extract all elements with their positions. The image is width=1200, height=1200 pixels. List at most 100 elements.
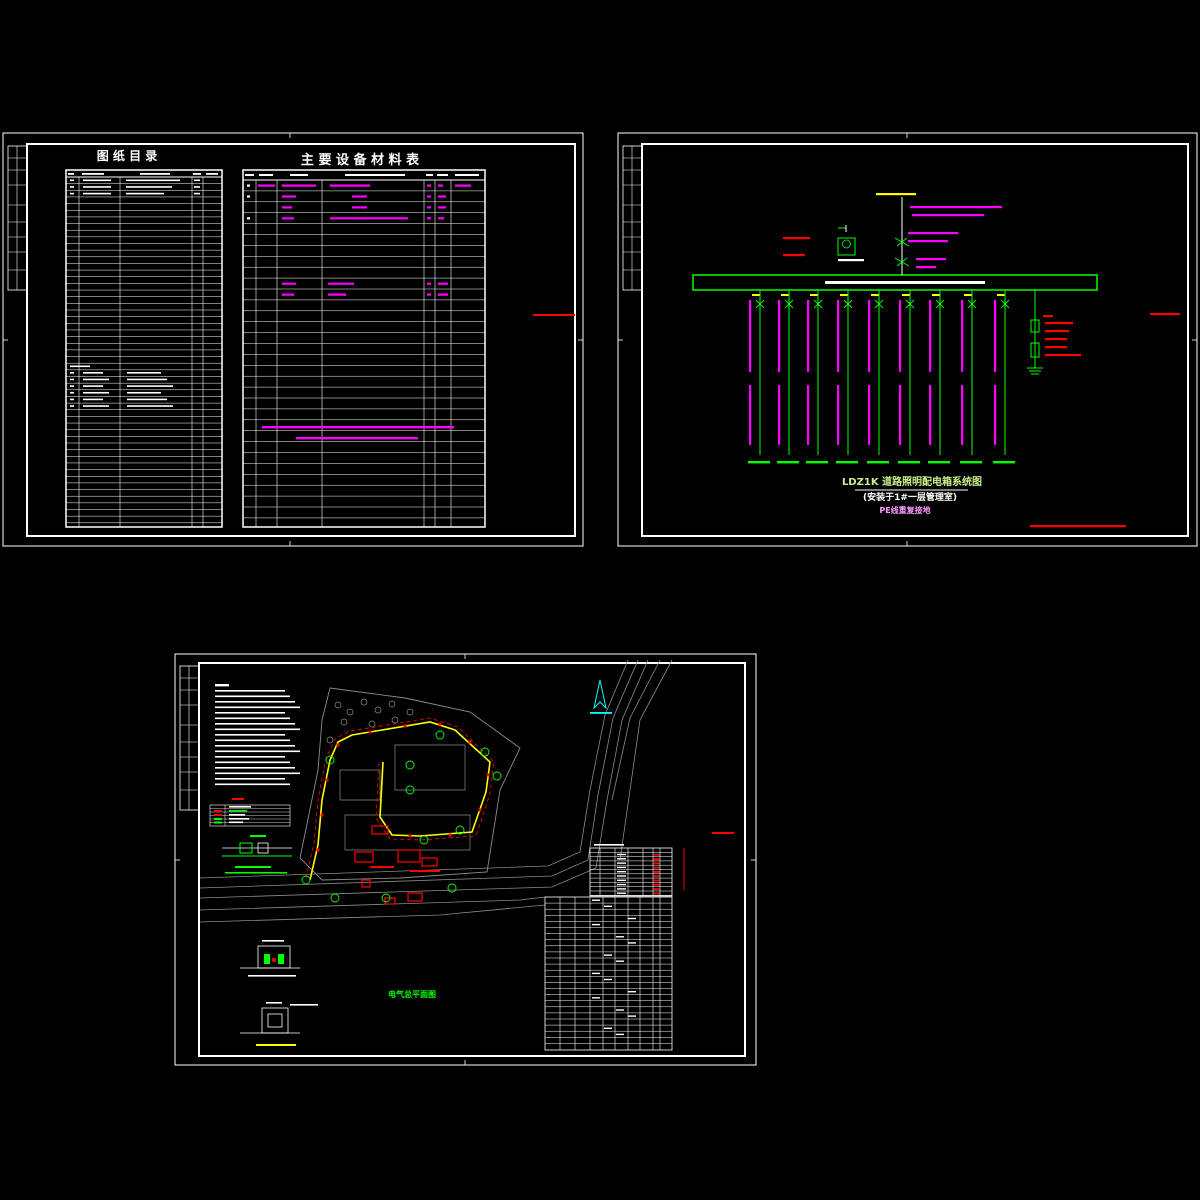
text-line xyxy=(617,871,626,873)
text-line xyxy=(712,832,734,834)
text-line xyxy=(126,186,172,188)
sheet-drawing-index[interactable]: 图 纸 目 录 主 要 设 备 材 料 表 xyxy=(2,132,584,547)
text-line xyxy=(438,184,443,187)
shrub-symbol xyxy=(334,701,342,709)
text-line xyxy=(282,184,316,187)
text-line xyxy=(1030,525,1126,528)
text-line xyxy=(215,772,300,775)
text-line xyxy=(70,186,74,188)
title-strip xyxy=(179,665,200,811)
text-line xyxy=(783,237,810,240)
text-line xyxy=(616,936,624,938)
text-line xyxy=(653,883,660,886)
text-line xyxy=(194,179,200,182)
text-line xyxy=(617,875,626,877)
sheet-system-diagram[interactable]: LDZ1K 道路照明配电箱系统图 (安装于1#一层管理室) PE线重复接地 xyxy=(617,132,1198,547)
text-line xyxy=(653,875,660,878)
text-line xyxy=(229,818,249,820)
sheet-inner-border xyxy=(26,143,576,537)
text-line xyxy=(964,294,972,296)
text-line xyxy=(455,184,471,187)
text-line xyxy=(604,978,612,981)
tree-symbol xyxy=(492,771,502,781)
text-line xyxy=(215,761,290,764)
text-line xyxy=(590,712,612,714)
equipment-block xyxy=(397,849,421,863)
text-line xyxy=(438,282,448,285)
sheet-outer-border xyxy=(2,132,584,547)
text-line xyxy=(604,905,612,907)
text-line xyxy=(628,991,636,993)
text-line xyxy=(256,1044,296,1046)
text-line xyxy=(617,853,626,856)
text-line xyxy=(749,385,752,445)
text-line xyxy=(617,858,626,860)
text-line xyxy=(427,293,431,296)
street-light-symbol xyxy=(438,722,442,726)
shrub-symbol xyxy=(368,720,376,728)
text-line xyxy=(653,866,660,869)
text-line xyxy=(1045,338,1067,341)
text-line xyxy=(616,1009,624,1011)
text-line xyxy=(127,405,173,407)
text-line xyxy=(70,398,74,401)
text-line xyxy=(215,723,295,725)
text-line xyxy=(994,385,997,445)
text-line xyxy=(592,997,600,999)
text-line xyxy=(215,695,290,698)
text-line xyxy=(83,405,109,407)
text-line xyxy=(126,179,180,182)
road-edge xyxy=(199,904,546,923)
text-line xyxy=(810,294,818,296)
install-location-note: (安装于1#一层管理室) xyxy=(863,491,957,503)
materials-title: 主 要 设 备 材 料 表 xyxy=(301,152,420,168)
text-line xyxy=(258,184,275,187)
detail-foundation xyxy=(261,1007,289,1034)
sheet-inner-border xyxy=(198,662,746,1057)
text-line xyxy=(215,778,285,780)
title-strip-border xyxy=(7,145,28,291)
cad-drawing-canvas: 图 纸 目 录 主 要 设 备 材 料 表 LDZ1K 道路照明配电箱系统图 (… xyxy=(0,0,1200,1200)
text-line xyxy=(83,186,111,188)
street-light-symbol xyxy=(368,730,372,734)
tree-symbol xyxy=(330,893,340,903)
text-line xyxy=(427,195,431,198)
text-line xyxy=(778,300,781,372)
text-line xyxy=(83,385,103,387)
text-line xyxy=(653,858,660,860)
text-line xyxy=(214,821,222,824)
text-line xyxy=(616,1033,624,1036)
text-line xyxy=(807,385,810,445)
text-line xyxy=(70,405,74,407)
title-strip xyxy=(622,145,643,291)
text-line xyxy=(215,712,285,714)
text-line xyxy=(592,972,600,975)
text-line xyxy=(328,282,354,285)
text-line xyxy=(427,184,431,187)
text-line xyxy=(781,294,789,296)
text-line xyxy=(783,254,805,257)
text-line xyxy=(916,258,946,261)
building-outline xyxy=(394,744,466,791)
text-line xyxy=(899,300,902,372)
pe-grounding-note: PE线重复接地 xyxy=(879,505,930,515)
text-line xyxy=(868,300,871,372)
text-line xyxy=(928,461,950,464)
text-line xyxy=(194,192,200,195)
text-line xyxy=(70,179,74,182)
text-line xyxy=(1150,313,1180,316)
text-line xyxy=(617,866,626,869)
text-line xyxy=(245,174,254,176)
shrub-symbol xyxy=(346,708,354,716)
text-line xyxy=(837,300,840,372)
building-outline xyxy=(344,814,471,851)
text-line xyxy=(837,385,840,445)
text-line xyxy=(296,437,418,440)
text-line xyxy=(82,173,104,175)
text-line xyxy=(838,259,864,262)
sheet-electrical-site-plan[interactable]: 电气总平面图 xyxy=(174,653,757,1066)
text-line xyxy=(215,756,285,758)
text-line xyxy=(352,206,367,209)
text-line xyxy=(592,923,600,926)
text-line xyxy=(994,300,997,372)
